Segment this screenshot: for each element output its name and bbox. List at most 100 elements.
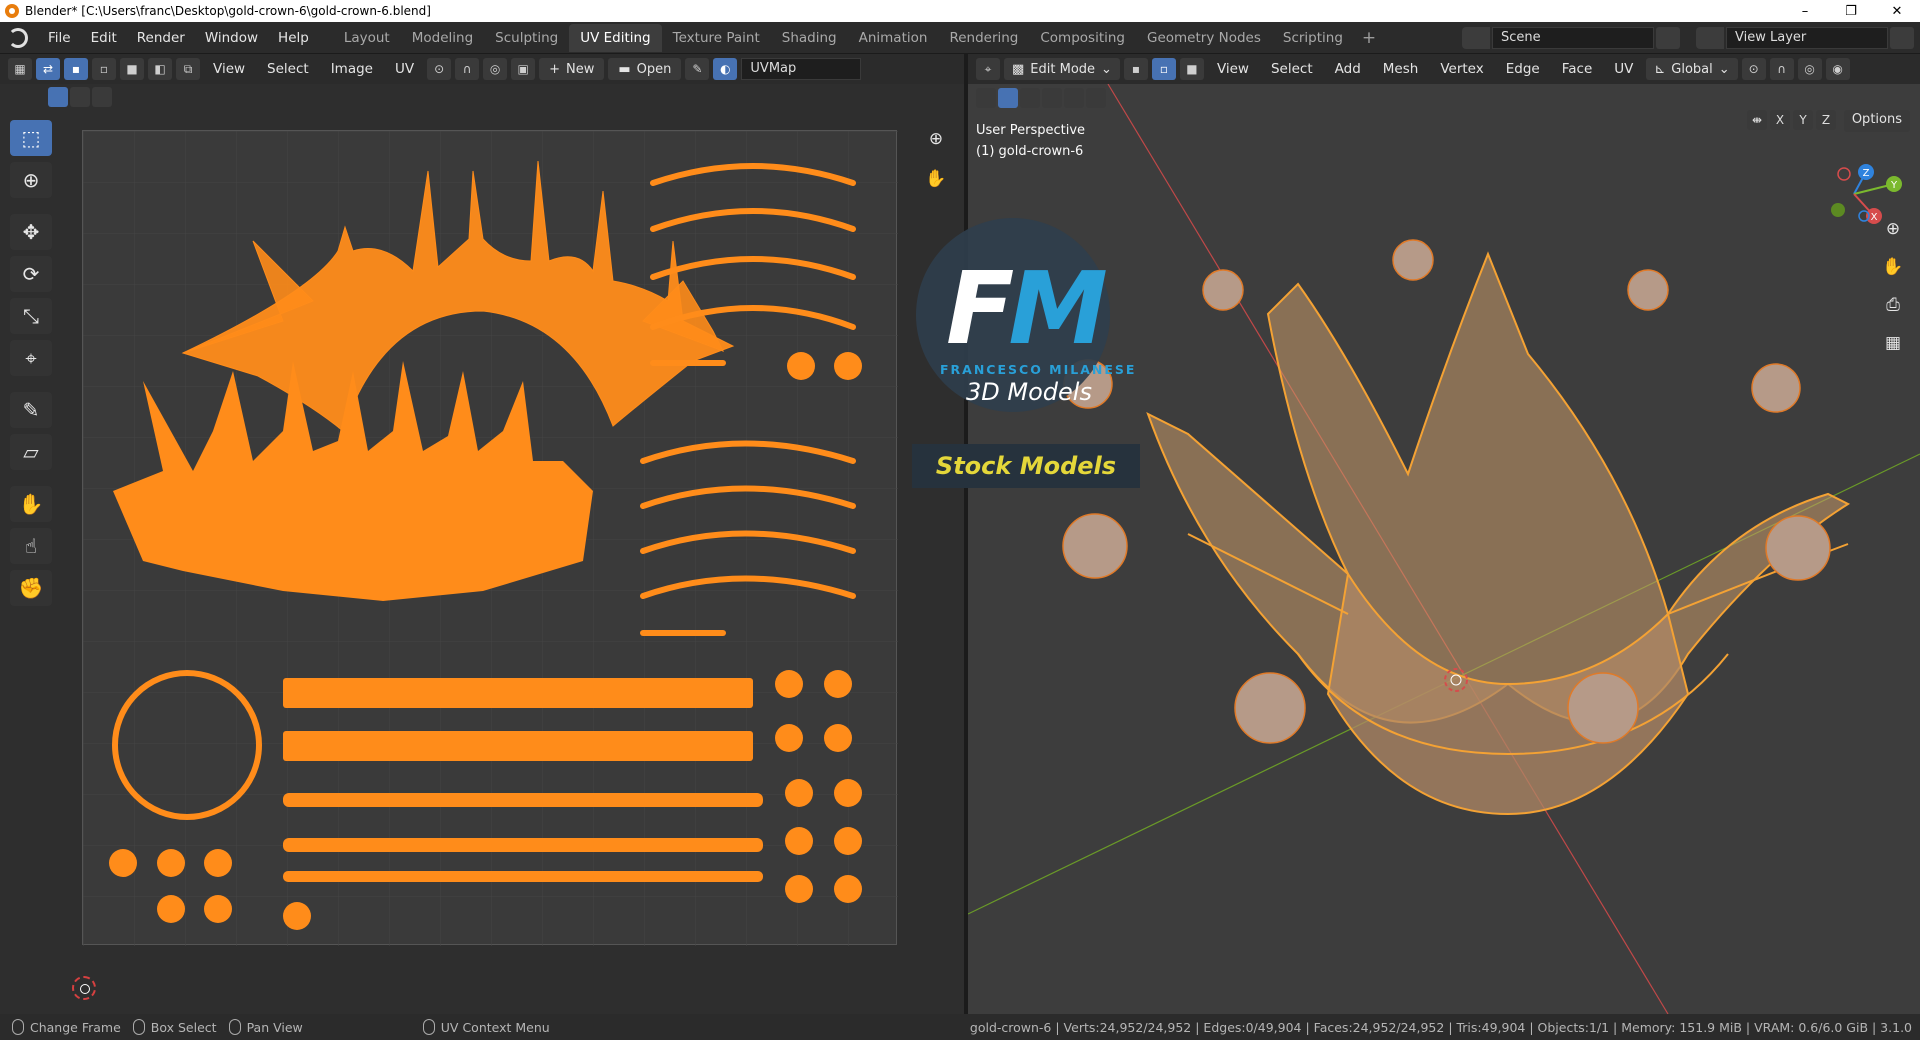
pin-icon[interactable]: ✎	[685, 58, 710, 80]
pinch-tool[interactable]: ✊	[10, 570, 52, 606]
grab-tool[interactable]: ✋	[10, 486, 52, 522]
mode-dropdown[interactable]: ▩ Edit Mode ⌄	[1004, 58, 1120, 80]
scene-field[interactable]: Scene	[1492, 27, 1654, 49]
proportional-icon[interactable]: ◎	[483, 58, 508, 80]
mirror-z-toggle[interactable]: Z	[1816, 110, 1836, 130]
menu-window[interactable]: Window	[195, 30, 268, 46]
vp-menu-add[interactable]: Add	[1326, 61, 1370, 77]
sync-selection-icon[interactable]: ⇄	[36, 58, 60, 80]
select-mode-subtract-icon[interactable]	[1042, 88, 1062, 108]
select-mode-invert-icon[interactable]	[1064, 88, 1084, 108]
maximize-button[interactable]: ❐	[1828, 0, 1874, 22]
annotate-tool[interactable]: ✎	[10, 392, 52, 428]
snap-icon[interactable]: ∩	[455, 58, 480, 80]
zoom-icon[interactable]: ⊕	[1878, 214, 1908, 244]
tab-scripting[interactable]: Scripting	[1272, 24, 1354, 52]
select-mode-subtract-icon[interactable]	[92, 87, 112, 107]
visibility-icon[interactable]: ◉	[1825, 58, 1850, 80]
face-select-mode-icon[interactable]: ■	[1179, 58, 1204, 80]
tab-modeling[interactable]: Modeling	[401, 24, 484, 52]
scene-new-icon[interactable]	[1656, 27, 1680, 49]
menu-file[interactable]: File	[38, 30, 81, 46]
edge-select-mode-icon[interactable]: ▫	[1151, 58, 1176, 80]
select-mode-extend-icon[interactable]	[1020, 88, 1040, 108]
uv-menu-select[interactable]: Select	[258, 61, 318, 77]
pivot-icon[interactable]: ⊙	[427, 58, 452, 80]
tab-compositing[interactable]: Compositing	[1029, 24, 1136, 52]
menu-help[interactable]: Help	[268, 30, 319, 46]
view-layer-browse-icon[interactable]	[1696, 27, 1724, 49]
tab-uv-editing[interactable]: UV Editing	[569, 23, 662, 52]
mirror-x-toggle[interactable]: X	[1770, 110, 1790, 130]
camera-view-icon[interactable]: ⎙	[1878, 290, 1908, 320]
overlay-icon[interactable]: ◐	[713, 58, 738, 80]
view-layer-selector: View Layer	[1696, 26, 1914, 50]
rip-tool[interactable]: ▱	[10, 434, 52, 470]
select-mode-intersect-icon[interactable]	[1086, 88, 1106, 108]
select-mode-set-icon[interactable]	[998, 88, 1018, 108]
options-dropdown[interactable]: Options	[1843, 110, 1910, 132]
tab-geometry-nodes[interactable]: Geometry Nodes	[1136, 24, 1272, 52]
view-layer-new-icon[interactable]	[1890, 27, 1914, 49]
select-box-tool[interactable]: ⬚	[10, 120, 52, 156]
proportional-edit-icon[interactable]: ◎	[1797, 58, 1822, 80]
scene-browse-icon[interactable]	[1462, 27, 1490, 49]
vp-menu-select[interactable]: Select	[1262, 61, 1322, 77]
uvmap-field[interactable]: UVMap	[741, 58, 862, 80]
vp-menu-vertex[interactable]: Vertex	[1431, 61, 1492, 77]
mirror-options-icon[interactable]: ⇼	[1747, 110, 1767, 130]
island-select-icon[interactable]: ◧	[148, 58, 172, 80]
select-mode-extend-icon[interactable]	[70, 87, 90, 107]
new-image-button[interactable]: + New	[539, 58, 605, 80]
uv-menu-image[interactable]: Image	[322, 61, 382, 77]
vertex-select-icon[interactable]: ▪	[64, 58, 88, 80]
pivot-point-icon[interactable]: ⊙	[1741, 58, 1766, 80]
add-workspace-icon[interactable]: +	[1354, 28, 1384, 48]
move-tool[interactable]: ✥	[10, 214, 52, 250]
tab-layout[interactable]: Layout	[333, 24, 401, 52]
tab-shading[interactable]: Shading	[771, 24, 848, 52]
uv-menu-uv[interactable]: UV	[386, 61, 423, 77]
select-mode-new-icon[interactable]	[48, 87, 68, 107]
uv-menu-view[interactable]: View	[204, 61, 254, 77]
open-image-button[interactable]: ▬ Open	[608, 58, 682, 80]
face-select-icon[interactable]: ■	[120, 58, 144, 80]
tab-sculpting[interactable]: Sculpting	[484, 24, 569, 52]
vp-menu-edge[interactable]: Edge	[1497, 61, 1549, 77]
snap-magnet-icon[interactable]: ∩	[1769, 58, 1794, 80]
svg-text:Z: Z	[1863, 168, 1870, 179]
sticky-select-icon[interactable]: ⧉	[176, 58, 200, 80]
tab-rendering[interactable]: Rendering	[938, 24, 1029, 52]
vp-menu-face[interactable]: Face	[1553, 61, 1602, 77]
perspective-toggle-icon[interactable]: ▦	[1878, 328, 1908, 358]
editor-type-icon[interactable]: ▦	[8, 58, 32, 80]
pan-hand-icon[interactable]: ✋	[921, 164, 951, 194]
rotate-tool[interactable]: ⟳	[10, 256, 52, 292]
cursor-tool[interactable]: ⊕	[10, 162, 52, 198]
menu-render[interactable]: Render	[127, 30, 195, 46]
transform-orientation-dropdown[interactable]: ⊾ Global ⌄	[1646, 58, 1738, 80]
minimize-button[interactable]: –	[1782, 0, 1828, 22]
view-layer-field[interactable]: View Layer	[1726, 27, 1888, 49]
mirror-y-toggle[interactable]: Y	[1793, 110, 1813, 130]
select-tool-small-icon[interactable]	[976, 88, 996, 108]
zoom-icon[interactable]: ⊕	[921, 124, 951, 154]
viewport-editor-type-icon[interactable]: ⌖	[976, 58, 1000, 80]
close-button[interactable]: ✕	[1874, 0, 1920, 22]
tab-animation[interactable]: Animation	[848, 24, 939, 52]
scale-tool[interactable]: ⤡	[10, 298, 52, 334]
uv-canvas[interactable]	[82, 130, 898, 946]
pan-hand-icon[interactable]: ✋	[1878, 252, 1908, 282]
vertex-select-mode-icon[interactable]: ▪	[1123, 58, 1148, 80]
image-browse-icon[interactable]: ▣	[511, 58, 536, 80]
transform-tool[interactable]: ⌖	[10, 340, 52, 376]
menu-edit[interactable]: Edit	[81, 30, 127, 46]
tab-texture-paint[interactable]: Texture Paint	[662, 24, 771, 52]
uv-2d-cursor-icon[interactable]	[72, 976, 96, 1000]
blender-menu-icon[interactable]	[8, 27, 28, 48]
relax-tool[interactable]: ☝	[10, 528, 52, 564]
edge-select-icon[interactable]: ▫	[92, 58, 116, 80]
vp-menu-view[interactable]: View	[1208, 61, 1258, 77]
vp-menu-uv[interactable]: UV	[1605, 61, 1642, 77]
vp-menu-mesh[interactable]: Mesh	[1374, 61, 1428, 77]
